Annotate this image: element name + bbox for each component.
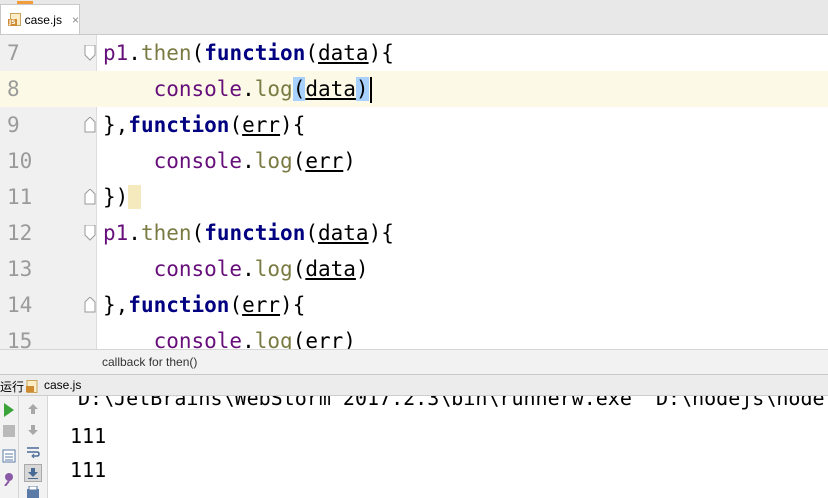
fold-close-icon[interactable] [84,117,96,133]
code-text: console.log(err) [153,149,356,173]
line-number: 10 [7,149,33,173]
code-line[interactable]: 12 p1.then(function(data){ [0,215,828,251]
line-number: 8 [0,71,96,107]
line-number: 15 [7,329,33,349]
code-line[interactable]: 10 console.log(err) [0,143,828,179]
editor-tab-bar: JS case.js × [0,0,828,35]
js-file-icon: JS [8,12,21,27]
line-number: 14 [7,293,33,317]
line-number: 12 [7,221,33,245]
code-line[interactable]: 13 console.log(data) [0,251,828,287]
stop-icon[interactable] [1,423,17,439]
run-config-name[interactable]: case.js [44,378,81,392]
code-text: console.log(data) [153,257,369,281]
fold-open-icon[interactable] [84,225,96,241]
code-text: p1.then(function(data){ [103,221,394,245]
run-panel: D:\JetBrains\WebStorm 2017.2.3\bin\runne… [0,396,828,498]
code-text: console.log(data) [103,71,372,107]
js-file-icon [26,378,39,393]
run-panel-header: 运行 case.js [0,375,828,396]
restore-layout-icon[interactable] [1,448,17,464]
line-number: 9 [7,113,20,137]
console-output-line: 111 [70,458,107,482]
print-icon[interactable] [25,486,41,498]
scroll-to-end-icon[interactable] [24,464,42,482]
code-text: },function(err){ [103,293,306,317]
line-number: 7 [7,41,20,65]
fold-close-icon[interactable] [84,297,96,313]
active-tab-indicator [17,1,33,4]
close-icon[interactable]: × [72,13,79,27]
line-number: 11 [7,185,33,209]
code-editor[interactable]: 7 p1.then(function(data){ 8 console.log(… [0,35,828,349]
code-line[interactable]: 14 },function(err){ [0,287,828,323]
console-output[interactable]: D:\JetBrains\WebStorm 2017.2.3\bin\runne… [48,396,828,498]
breadcrumb-label[interactable]: callback for then() [102,355,197,369]
scroll-down-icon[interactable] [25,422,41,438]
line-number: 13 [7,257,33,281]
code-line[interactable]: 7 p1.then(function(data){ [0,35,828,71]
tab-label: case.js [24,12,62,27]
fold-close-icon[interactable] [84,189,96,205]
console-output-line: 111 [70,424,107,448]
pin-icon[interactable] [1,471,17,487]
tab-case-js[interactable]: JS case.js × [0,1,80,34]
code-text: },function(err){ [103,113,306,137]
rerun-icon[interactable] [1,402,17,418]
code-line[interactable]: 15 console.log(err) [0,323,828,349]
console-command-line: D:\JetBrains\WebStorm 2017.2.3\bin\runne… [78,396,828,410]
run-toolbar-left [0,396,19,498]
code-line-current[interactable]: 8 console.log(data) [0,71,828,107]
fold-open-icon[interactable] [84,45,96,61]
code-text: p1.then(function(data){ [103,41,394,65]
run-toolbar-right [19,396,48,498]
code-text: }) [103,179,141,215]
soft-wrap-icon[interactable] [25,444,41,460]
run-panel-title: 运行 [0,380,25,394]
code-text: console.log(err) [153,329,356,349]
code-line[interactable]: 11 }) [0,179,828,215]
scroll-up-icon[interactable] [25,401,41,417]
code-line[interactable]: 9 },function(err){ [0,107,828,143]
breadcrumb: callback for then() [0,349,828,375]
text-caret [369,77,372,103]
